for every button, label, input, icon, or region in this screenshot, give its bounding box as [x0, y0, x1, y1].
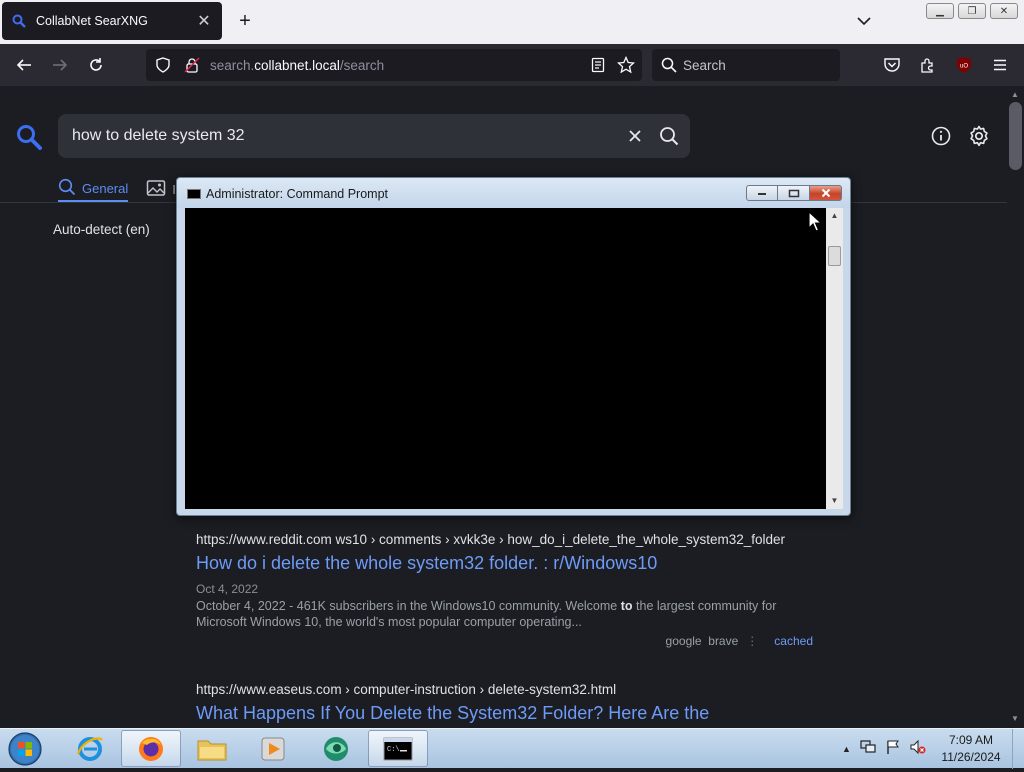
taskbar-clock[interactable]: 7:09 AM 11/26/2024	[936, 733, 1006, 764]
extensions-puzzle-icon[interactable]	[917, 54, 939, 76]
browser-navigation-bar: search.collabnet.local/search Search uO	[0, 44, 1024, 86]
tab-close-icon[interactable]: ✕	[196, 11, 212, 31]
tab-general[interactable]: General	[58, 176, 129, 202]
svg-text:C:\: C:\	[387, 746, 400, 754]
search-result: https://www.easeus.com › computer-instru…	[196, 682, 836, 724]
system-tray: ▲	[842, 729, 927, 769]
query-text: how to delete system 32	[72, 127, 245, 144]
search-result: https://www.reddit.com ws10 › comments ›…	[196, 532, 836, 648]
search-icon	[58, 178, 76, 199]
pocket-icon[interactable]	[881, 54, 903, 76]
info-icon[interactable]	[929, 124, 953, 148]
result-engines: google brave ⋮ cached	[196, 634, 813, 648]
scroll-down-arrow-icon[interactable]: ▼	[1011, 714, 1019, 723]
cmd-title: Administrator: Command Prompt	[206, 187, 389, 201]
browser-search-field[interactable]: Search	[652, 49, 840, 81]
scroll-up-arrow-icon[interactable]: ▲	[1011, 90, 1019, 99]
volume-muted-icon[interactable]	[909, 739, 927, 760]
clock-time: 7:09 AM	[948, 733, 994, 747]
taskbar-green-app-icon[interactable]	[306, 730, 366, 767]
show-desktop-button[interactable]	[1012, 729, 1024, 769]
bookmark-star-icon[interactable]	[616, 55, 636, 79]
engine-google: google	[665, 634, 702, 648]
engine-brave: brave	[708, 634, 739, 648]
search-icon	[661, 57, 677, 78]
snippet-text-start: October 4, 2022 - 461K subscribers in th…	[196, 599, 621, 613]
search-submit-icon[interactable]	[658, 125, 680, 147]
taskbar-media-player-icon[interactable]	[243, 730, 303, 767]
cmd-window-icon	[187, 189, 201, 199]
cmd-maximize-button[interactable]	[778, 185, 810, 201]
command-prompt-window[interactable]: Administrator: Command Prompt ▲ ▼	[176, 177, 851, 516]
svg-text:uO: uO	[960, 64, 968, 70]
hamburger-menu-icon[interactable]	[989, 54, 1011, 76]
searxng-favicon-icon	[12, 14, 26, 28]
tab-general-label: General	[82, 180, 129, 196]
image-icon	[146, 179, 166, 200]
clock-date: 11/26/2024	[941, 750, 1001, 764]
cmd-scrollbar[interactable]: ▲ ▼	[826, 208, 843, 509]
new-tab-button[interactable]: +	[234, 9, 256, 33]
cmd-minimize-button[interactable]	[746, 185, 778, 201]
taskbar-firefox-icon[interactable]	[121, 730, 181, 767]
url-bar[interactable]: search.collabnet.local/search	[146, 49, 642, 81]
language-selector[interactable]: Auto-detect (en)	[53, 222, 150, 237]
clear-query-icon[interactable]	[624, 125, 646, 147]
browser-tab[interactable]: CollabNet SearXNG ✕	[2, 2, 222, 40]
cmd-scroll-up-icon[interactable]: ▲	[826, 208, 843, 224]
cmd-scroll-thumb[interactable]	[828, 246, 841, 266]
url-text: search.collabnet.local/search	[210, 58, 384, 73]
url-prefix: search.	[210, 58, 255, 73]
taskbar-command-prompt-icon[interactable]: C:\	[368, 730, 428, 767]
taskbar-internet-explorer-icon[interactable]	[60, 730, 120, 767]
windows-taskbar: C:\ ▲ 7:09 AM 11/26/2024	[0, 728, 1024, 769]
insecure-lock-icon[interactable]	[184, 57, 200, 78]
preferences-gear-icon[interactable]	[967, 124, 991, 148]
browser-tab-strip: CollabNet SearXNG ✕ + ▁ ❐ ✕	[0, 0, 1024, 44]
mouse-cursor-icon	[808, 210, 823, 238]
ublock-origin-icon[interactable]: uO	[953, 54, 975, 76]
search-placeholder: Search	[683, 58, 726, 73]
engines-separator: ⋮	[746, 634, 759, 648]
cmd-console-area[interactable]	[185, 208, 826, 509]
back-arrow-icon[interactable]	[13, 54, 35, 76]
tab-title: CollabNet SearXNG	[36, 14, 148, 28]
result-url[interactable]: https://www.reddit.com ws10 › comments ›…	[196, 532, 836, 547]
window-minimize-button[interactable]: ▁	[926, 3, 954, 19]
page-scrollbar[interactable]: ▲ ▼	[1007, 86, 1024, 728]
cmd-close-button[interactable]	[810, 185, 842, 201]
cached-link[interactable]: cached	[774, 634, 813, 648]
list-all-tabs-chevron-icon[interactable]	[855, 12, 873, 30]
snippet-highlight: to	[620, 599, 633, 613]
cmd-titlebar[interactable]: Administrator: Command Prompt	[177, 178, 850, 208]
result-url[interactable]: https://www.easeus.com › computer-instru…	[196, 682, 836, 697]
result-date: Oct 4, 2022	[196, 582, 259, 596]
cmd-scroll-down-icon[interactable]: ▼	[826, 493, 843, 509]
taskbar-file-explorer-icon[interactable]	[182, 730, 242, 767]
url-path: /search	[339, 58, 385, 73]
window-restore-button[interactable]: ❐	[958, 3, 986, 19]
network-icon[interactable]	[859, 739, 877, 760]
result-title-link[interactable]: How do i delete the whole system32 folde…	[196, 553, 836, 574]
query-input[interactable]: how to delete system 32	[58, 114, 690, 158]
result-title-link[interactable]: What Happens If You Delete the System32 …	[196, 703, 836, 724]
searxng-logo-icon[interactable]	[16, 124, 42, 150]
tracking-shield-icon[interactable]	[155, 57, 171, 78]
page-scrollbar-thumb[interactable]	[1009, 102, 1022, 170]
forward-arrow-icon[interactable]	[49, 54, 71, 76]
url-domain: collabnet.local	[254, 58, 340, 73]
category-tabs: General In	[58, 176, 183, 202]
start-orb-icon[interactable]	[6, 731, 44, 767]
window-close-button[interactable]: ✕	[990, 3, 1018, 19]
show-hidden-icons-icon[interactable]: ▲	[842, 744, 851, 754]
reload-icon[interactable]	[85, 54, 107, 76]
action-center-flag-icon[interactable]	[885, 739, 901, 760]
result-snippet: October 4, 2022 - 461K subscribers in th…	[196, 598, 816, 630]
reader-view-icon[interactable]	[590, 57, 606, 78]
